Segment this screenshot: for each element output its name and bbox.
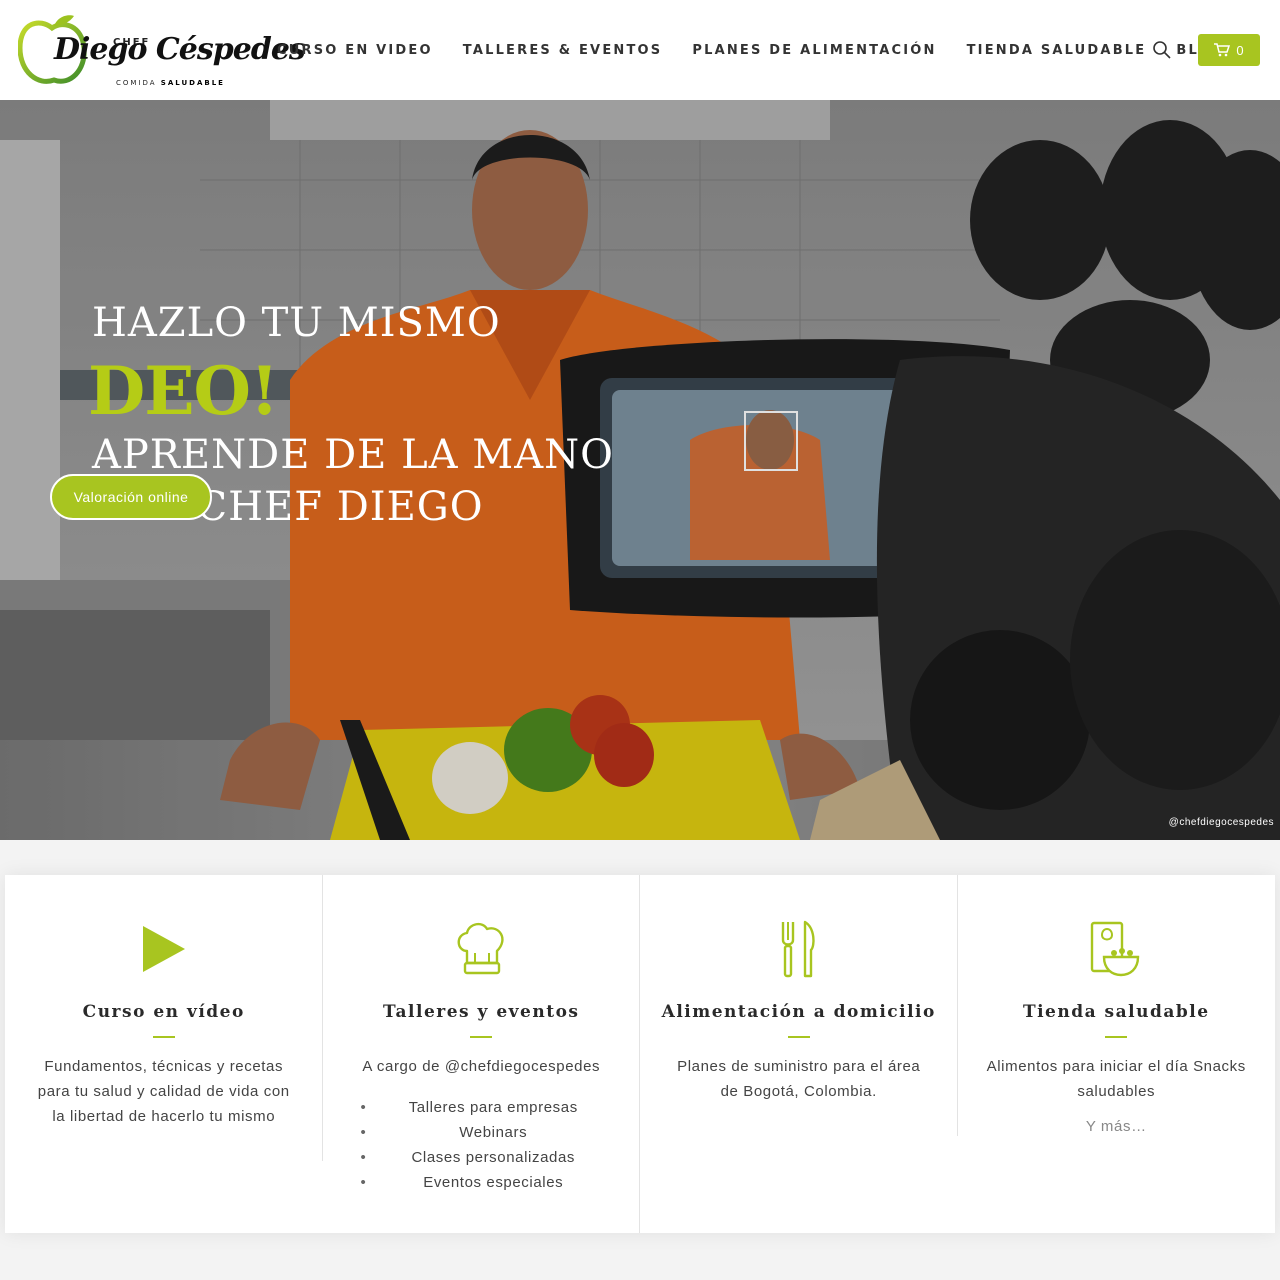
hero-line-3: APRENDE DE LA MANO [92,432,614,478]
search-icon[interactable] [1152,40,1172,60]
feature-more: Y más… [1085,1118,1147,1135]
nav-tienda-saludable[interactable]: TIENDA SALUDABLE [967,43,1147,58]
hero-headline: HAZLO TU MISMO DEO! APRENDE DE LA MANO D… [88,300,613,530]
valoracion-online-button[interactable]: Valoración online [50,474,212,520]
title-divider [152,1036,175,1038]
chef-hat-icon [457,922,504,975]
list-item: Clases personalizadas [323,1145,641,1170]
feature-text: A cargo de @chefdiegocespedes [362,1058,601,1075]
list-item: Talleres para empresas [323,1095,641,1120]
logo[interactable]: CHEF Diego Céspedes COMIDA SALUDABLE [18,10,306,92]
feature-title: Tienda saludable [1022,1002,1210,1022]
feature-text: Alimentos para iniciar el día Snacks sal… [986,1058,1246,1100]
feature-tienda-saludable[interactable]: Tienda saludable Alimentos para iniciar … [958,875,1276,1233]
cart-button[interactable]: 0 [1198,34,1260,66]
nav-planes-alimentacion[interactable]: PLANES DE ALIMENTACIÓN [692,43,936,58]
title-divider [787,1036,810,1038]
column-divider [639,875,640,1233]
nav-talleres-eventos[interactable]: TALLERES & EVENTOS [463,43,663,58]
title-divider [1105,1036,1128,1038]
feature-text: Fundamentos, técnicas y recetas para tu … [37,1058,290,1125]
column-divider [322,875,323,1161]
photo-credit: @chefdiegocespedes [1168,817,1274,828]
feature-title: Talleres y eventos [383,1002,580,1022]
title-divider [470,1036,493,1038]
feature-list: Talleres para empresas Webinars Clases p… [323,1095,641,1195]
hero-banner: HAZLO TU MISMO DEO! APRENDE DE LA MANO D… [0,100,1280,840]
hero-line-1: HAZLO TU MISMO [92,300,501,346]
recipe-bowl-icon [1091,921,1140,977]
features-section: Curso en vídeo Fundamentos, técnicas y r… [5,875,1275,1233]
play-icon [142,926,185,972]
main-nav: CURSO EN VIDEO TALLERES & EVENTOS PLANES… [262,0,1240,100]
feature-text: Planes de suministro para el área de Bog… [677,1058,921,1100]
fork-knife-icon [781,920,815,978]
feature-alimentacion-domicilio[interactable]: Alimentación a domicilio Planes de sumin… [640,875,958,1233]
feature-talleres-eventos[interactable]: Talleres y eventos A cargo de @chefdiego… [323,875,641,1233]
cart-icon [1214,43,1231,57]
hero-line-2: DEO! [88,352,279,430]
list-item: Eventos especiales [323,1170,641,1195]
list-item: Webinars [323,1120,641,1145]
feature-title: Alimentación a domicilio [661,1002,936,1022]
logo-tagline: COMIDA SALUDABLE [116,79,225,87]
feature-title: Curso en vídeo [82,1002,245,1022]
nav-curso-en-video[interactable]: CURSO EN VIDEO [277,43,433,58]
cart-count: 0 [1236,42,1244,58]
column-divider [957,875,958,1136]
feature-curso-video[interactable]: Curso en vídeo Fundamentos, técnicas y r… [5,875,323,1233]
site-header: CHEF Diego Céspedes COMIDA SALUDABLE CUR… [0,0,1280,100]
